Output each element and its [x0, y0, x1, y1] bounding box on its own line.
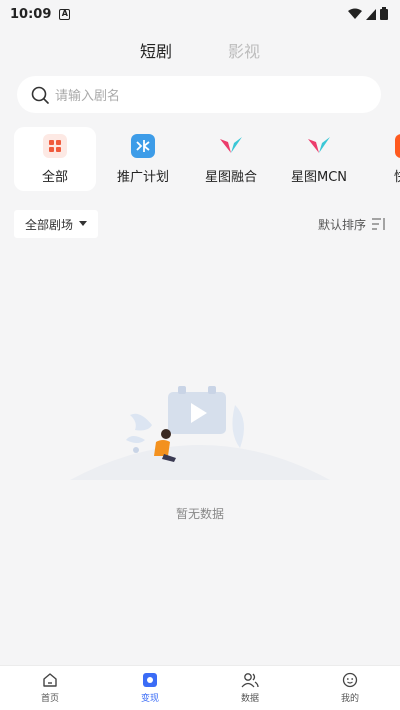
- grid-icon: [43, 133, 67, 158]
- tab-film-tv[interactable]: 影视: [228, 38, 260, 66]
- profile-icon: [342, 672, 358, 688]
- empty-illustration: [60, 370, 340, 490]
- theater-filter-dropdown[interactable]: 全部剧场: [14, 210, 99, 238]
- home-icon: [43, 673, 57, 687]
- nav-label: 我的: [340, 694, 359, 704]
- category-label: 全部: [41, 169, 68, 185]
- nav-monetize[interactable]: 变现: [100, 666, 200, 710]
- category-label: 星图MCN: [290, 169, 348, 185]
- top-tabs: 短剧 影视: [0, 38, 400, 66]
- caret-down-icon: [79, 221, 88, 226]
- status-indicators: [348, 7, 388, 20]
- sort-icon: [372, 218, 385, 230]
- status-time: 10:09: [10, 6, 52, 22]
- battery-icon: [380, 7, 388, 20]
- xingtu-mcn-icon: [307, 134, 331, 158]
- category-label: 快手: [394, 166, 400, 185]
- category-kuaishou[interactable]: 快手: [366, 127, 400, 191]
- sort-label: 默认排序: [317, 217, 366, 232]
- search-placeholder: 请输入剧名: [55, 89, 121, 104]
- nav-label: 首页: [40, 694, 59, 704]
- monetize-icon: [143, 673, 157, 687]
- plan-icon: [131, 133, 155, 158]
- signal-icon: [366, 8, 376, 20]
- category-bar: 全部 推广计划 星图融合 星图MCN: [14, 127, 400, 193]
- theater-filter-label: 全部剧场: [25, 217, 74, 232]
- category-all[interactable]: 全部: [14, 127, 96, 191]
- kuaishou-icon: [395, 133, 400, 158]
- sort-button[interactable]: 默认排序: [318, 216, 386, 233]
- tab-short-drama[interactable]: 短剧: [140, 38, 172, 66]
- notification-icon: A: [59, 8, 71, 20]
- nav-label: 数据: [240, 694, 259, 704]
- wifi-icon: [348, 8, 362, 19]
- bottom-nav: 首页 变现 数据 我的: [0, 665, 400, 710]
- empty-state-text: 暂无数据: [175, 507, 224, 521]
- nav-data[interactable]: 数据: [200, 666, 300, 710]
- nav-profile[interactable]: 我的: [300, 666, 400, 710]
- nav-label: 变现: [140, 694, 159, 704]
- search-icon: [31, 86, 49, 104]
- search-input[interactable]: 请输入剧名: [17, 76, 381, 113]
- category-xingtu-mcn[interactable]: 星图MCN: [278, 127, 360, 191]
- users-icon: [241, 673, 259, 688]
- nav-home[interactable]: 首页: [0, 666, 100, 710]
- category-plan[interactable]: 推广计划: [102, 127, 184, 191]
- category-xingtu[interactable]: 星图融合: [190, 127, 272, 191]
- category-label: 推广计划: [116, 169, 169, 185]
- category-label: 星图融合: [204, 169, 257, 185]
- filter-row: 全部剧场 默认排序: [14, 210, 386, 238]
- xingtu-icon: [219, 134, 243, 158]
- status-bar: 10:09 A: [0, 0, 400, 28]
